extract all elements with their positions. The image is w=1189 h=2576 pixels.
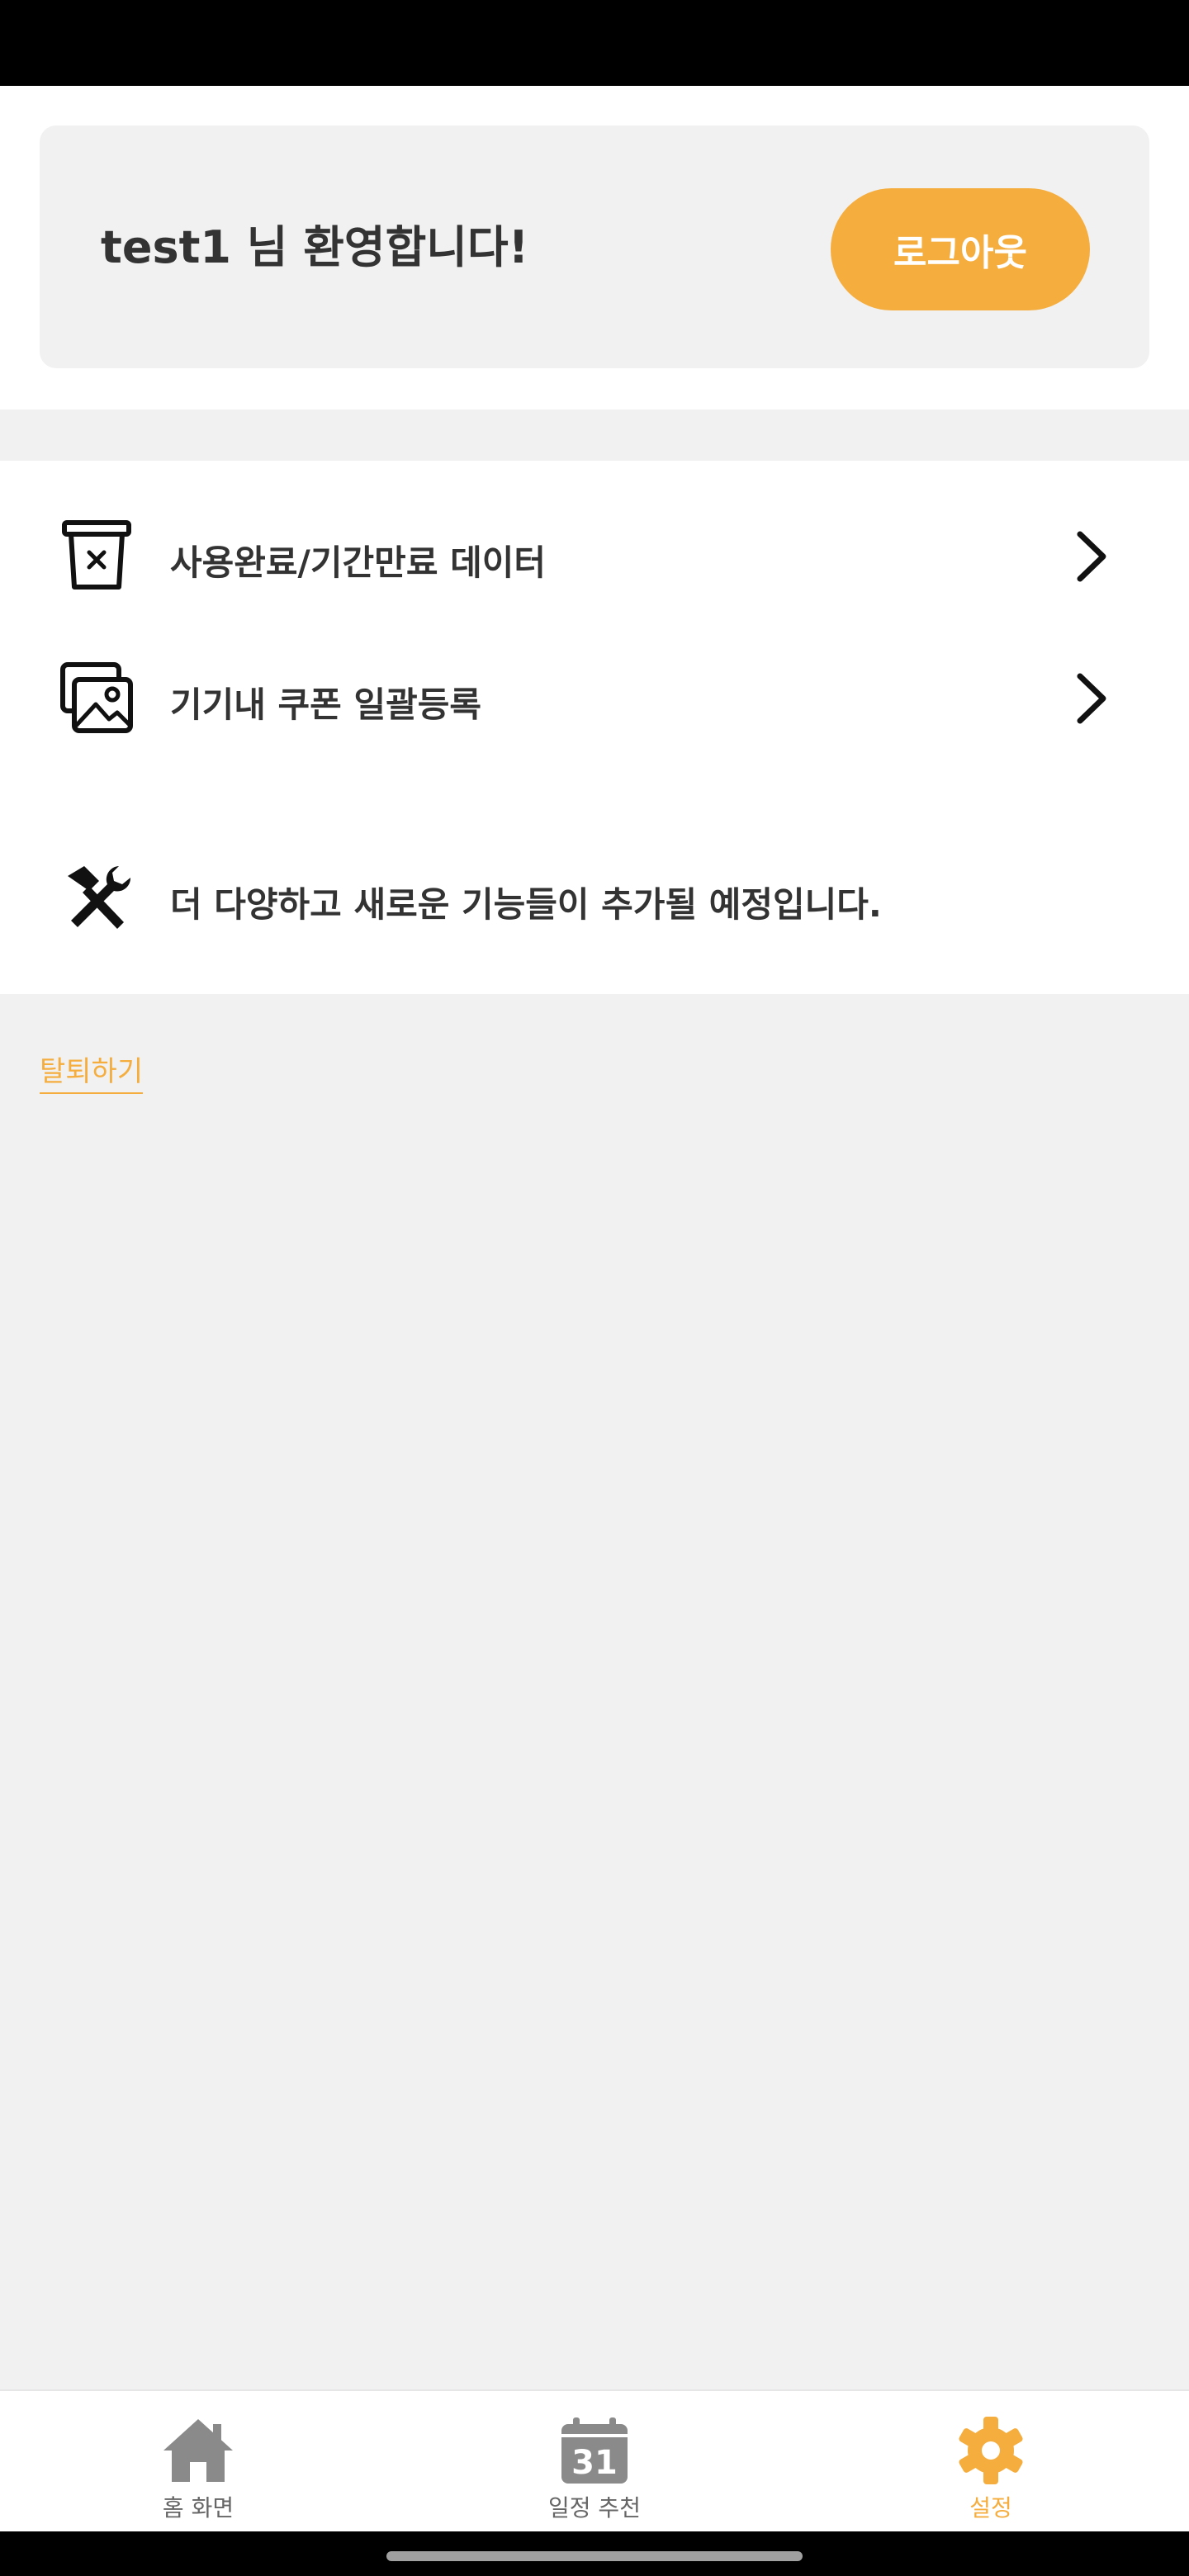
welcome-card: test1 님 환영합니다! 로그아웃 bbox=[40, 125, 1149, 368]
nav-label: 일정 추천 bbox=[548, 2494, 641, 2522]
tools-icon bbox=[68, 866, 131, 929]
menu-section: 사용완료/기간만료 데이터 기기내 쿠폰 일괄등록 더 다양하고 새로운 기능들… bbox=[0, 461, 1189, 994]
home-icon bbox=[163, 2419, 233, 2482]
nav-item-settings[interactable]: 설정 bbox=[793, 2391, 1189, 2533]
menu-item-expired-data[interactable]: 사용완료/기간만료 데이터 bbox=[0, 490, 1189, 623]
nav-item-schedule[interactable]: 31 일정 추천 bbox=[396, 2391, 793, 2533]
calendar-day-text: 31 bbox=[571, 2444, 618, 2482]
menu-item-label: 기기내 쿠폰 일괄등록 bbox=[170, 684, 482, 725]
system-nav-bar bbox=[0, 2531, 1189, 2576]
bottom-nav: 홈 화면 31 일정 추천 설정 bbox=[0, 2389, 1189, 2533]
menu-item-bulk-coupon[interactable]: 기기내 쿠폰 일괄등록 bbox=[0, 632, 1189, 765]
menu-item-label: 사용완료/기간만료 데이터 bbox=[170, 542, 547, 583]
logout-button[interactable]: 로그아웃 bbox=[831, 188, 1090, 310]
images-icon bbox=[60, 662, 133, 733]
nav-label: 홈 화면 bbox=[162, 2494, 234, 2522]
nav-label: 설정 bbox=[969, 2494, 1012, 2522]
welcome-text: test1 님 환영합니다! bbox=[101, 221, 529, 273]
chevron-right-icon bbox=[1077, 531, 1106, 582]
gear-icon bbox=[959, 2417, 1023, 2484]
trash-x-icon bbox=[62, 520, 131, 590]
status-bar bbox=[0, 0, 1189, 86]
notice-label: 더 다양하고 새로운 기능들이 추가될 예정입니다. bbox=[170, 884, 882, 925]
chevron-right-icon bbox=[1077, 673, 1106, 724]
home-indicator[interactable] bbox=[386, 2551, 803, 2561]
header: test1 님 환영합니다! 로그아웃 bbox=[0, 86, 1189, 410]
coming-soon-notice: 더 다양하고 새로운 기능들이 추가될 예정입니다. bbox=[0, 832, 1189, 964]
calendar-icon: 31 bbox=[561, 2417, 628, 2484]
nav-item-home[interactable]: 홈 화면 bbox=[0, 2391, 396, 2533]
withdraw-link[interactable]: 탈퇴하기 bbox=[40, 1049, 144, 1094]
